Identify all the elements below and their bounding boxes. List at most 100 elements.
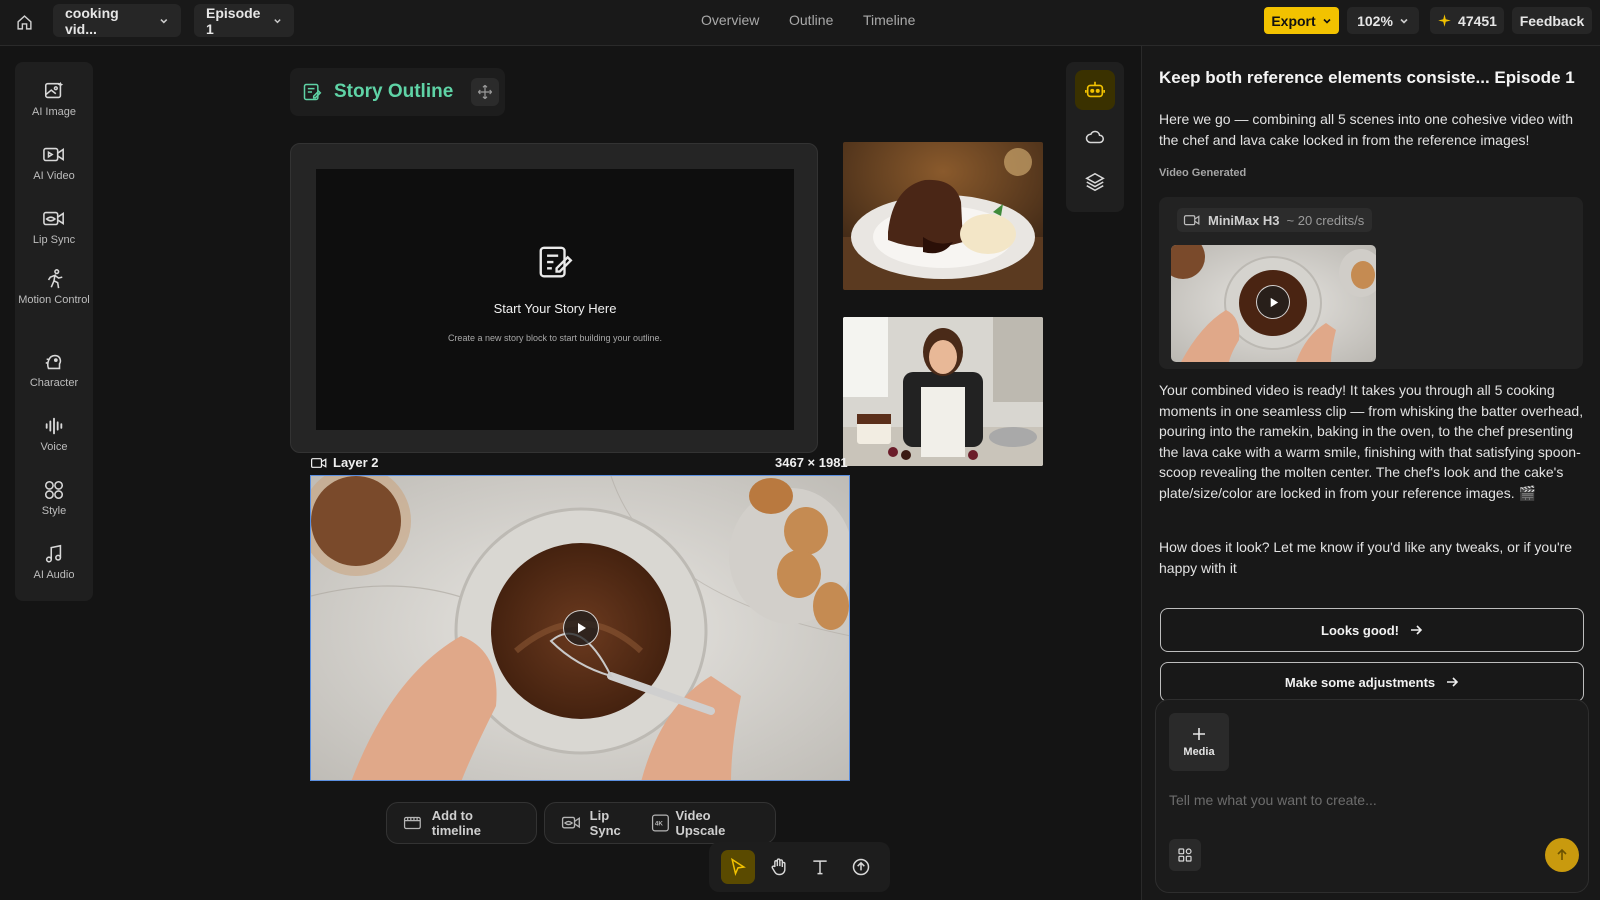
story-heading: Start Your Story Here: [493, 301, 617, 316]
tool-lip-sync[interactable]: Lip Sync: [15, 208, 93, 247]
credits-count: 47451: [1458, 12, 1497, 29]
pan-tool[interactable]: [762, 850, 796, 884]
chat-composer: Media: [1155, 699, 1589, 893]
chat-intro-message: Here we go — combining all 5 scenes into…: [1159, 111, 1574, 148]
play-button[interactable]: [563, 610, 599, 646]
feedback-label: Feedback: [1519, 12, 1585, 29]
send-button[interactable]: [1545, 838, 1579, 872]
cursor-icon: [730, 857, 746, 877]
tool-ai-video[interactable]: AI Video: [15, 144, 93, 183]
add-media-button[interactable]: Media: [1169, 713, 1229, 771]
video-generated-label: Video Generated: [1159, 167, 1247, 179]
layer-dimensions: 3467 × 1981: [775, 455, 848, 470]
text-tool[interactable]: [803, 850, 837, 884]
chat-panel: Keep both reference elements consiste...…: [1141, 46, 1600, 900]
character-icon: [45, 354, 62, 370]
templates-icon: [1178, 848, 1192, 862]
lip-sync-label: Lip Sync: [589, 808, 621, 838]
model-credits: ~ 20 credits/s: [1286, 212, 1365, 228]
tab-outline[interactable]: Outline: [789, 12, 833, 28]
chat-question-message: How does it look? Let me know if you'd l…: [1159, 539, 1573, 576]
cloud-button[interactable]: [1075, 117, 1115, 157]
credits-badge[interactable]: 47451: [1430, 7, 1504, 34]
video-upscale-button[interactable]: 4K Video Upscale: [651, 808, 759, 838]
upload-icon: [853, 858, 870, 876]
canvas-side-toolbar: [1066, 62, 1124, 212]
lip-sync-button[interactable]: Lip Sync: [561, 808, 641, 838]
lip-sync-icon: [43, 211, 64, 226]
looks-good-button[interactable]: Looks good!: [1160, 608, 1584, 652]
video-actions-group: Lip Sync 4K Video Upscale: [544, 802, 776, 844]
layers-button[interactable]: [1075, 162, 1115, 202]
tool-label: Lip Sync: [32, 234, 76, 246]
upload-tool[interactable]: [844, 850, 878, 884]
sparkle-icon: [1438, 14, 1451, 27]
voice-icon: [45, 417, 63, 435]
layers-icon: [1085, 172, 1105, 192]
story-placeholder[interactable]: Start Your Story Here Create a new story…: [316, 169, 794, 430]
tool-label: AI Image: [31, 106, 77, 118]
lava-cake-reference-image[interactable]: [843, 142, 1043, 290]
generated-video-thumbnail[interactable]: [1171, 245, 1376, 362]
tool-ai-audio[interactable]: AI Audio: [15, 543, 93, 582]
tool-label: AI Video: [33, 170, 75, 182]
move-handle[interactable]: [471, 78, 500, 106]
move-icon: [478, 84, 493, 100]
media-label: Media: [1183, 746, 1215, 758]
tool-sidebar: AI Image AI Video Lip Sync Motion Contro…: [15, 62, 93, 601]
episode-selector[interactable]: Episode 1: [194, 4, 294, 37]
tool-label: Voice: [40, 441, 68, 453]
story-block-card[interactable]: Start Your Story Here Create a new story…: [290, 143, 818, 453]
generated-video-card: MiniMax H3 ~ 20 credits/s: [1159, 197, 1583, 369]
project-name: cooking vid...: [65, 4, 119, 37]
tool-style[interactable]: Style: [15, 479, 93, 518]
looks-good-label: Looks good!: [1321, 622, 1399, 638]
robot-icon: [1085, 81, 1105, 98]
chat-input[interactable]: [1169, 792, 1569, 808]
svg-text:4K: 4K: [655, 820, 663, 827]
export-button[interactable]: Export: [1264, 7, 1339, 34]
video-upscale-label: Video Upscale: [675, 808, 726, 838]
tool-voice[interactable]: Voice: [15, 415, 93, 454]
tab-timeline[interactable]: Timeline: [863, 12, 915, 28]
video-camera-icon: [1183, 214, 1200, 225]
zoom-selector[interactable]: 102%: [1347, 7, 1419, 34]
chat-result-message: Your combined video is ready! It takes y…: [1159, 382, 1584, 501]
make-adjustments-label: Make some adjustments: [1284, 674, 1436, 690]
play-icon: [1270, 297, 1278, 307]
style-icon: [44, 480, 64, 500]
templates-button[interactable]: [1169, 839, 1201, 871]
chef-reference-image[interactable]: [843, 317, 1043, 466]
4k-icon: 4K: [651, 814, 669, 832]
tool-label: Character: [29, 377, 79, 389]
project-selector[interactable]: cooking vid...: [53, 4, 181, 37]
tool-ai-image[interactable]: AI Image: [15, 80, 93, 119]
lip-sync-icon: [561, 816, 580, 829]
arrow-right-icon: [1447, 677, 1459, 687]
arrow-right-icon: [1411, 625, 1423, 635]
add-to-timeline-label: Add to timeline: [431, 808, 481, 838]
layer-name: Layer 2: [333, 455, 379, 470]
feedback-button[interactable]: Feedback: [1512, 7, 1592, 34]
plus-icon: [1193, 728, 1205, 740]
model-badge: MiniMax H3 ~ 20 credits/s: [1177, 208, 1373, 232]
tab-overview[interactable]: Overview: [701, 12, 759, 28]
tool-label: Motion Control: [18, 294, 90, 306]
tool-character[interactable]: Character: [15, 351, 93, 390]
assistant-toggle[interactable]: [1075, 70, 1115, 110]
outline-icon: [303, 83, 322, 101]
chevron-down-icon: [160, 18, 168, 24]
edit-note-icon: [539, 246, 573, 278]
ai-image-icon: [44, 81, 64, 99]
play-button[interactable]: [1256, 285, 1290, 319]
episode-name: Episode 1: [206, 4, 261, 37]
make-adjustments-button[interactable]: Make some adjustments: [1160, 662, 1584, 702]
story-outline-title: Story Outline: [334, 81, 454, 102]
tool-label: Style: [41, 505, 67, 517]
add-to-timeline-button[interactable]: Add to timeline: [386, 802, 537, 844]
tool-motion-control[interactable]: Motion Control: [15, 268, 93, 307]
layer-video-frame[interactable]: [310, 475, 850, 781]
story-outline-header[interactable]: Story Outline: [290, 68, 505, 116]
select-tool[interactable]: [720, 850, 755, 884]
home-button[interactable]: [10, 8, 38, 36]
